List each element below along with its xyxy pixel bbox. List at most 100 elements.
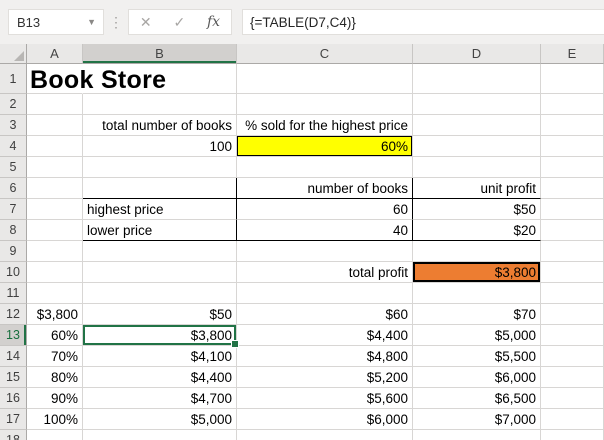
formula-input[interactable]: {=TABLE(D7,C4)}: [242, 9, 604, 35]
cell-E3[interactable]: [541, 115, 604, 136]
cell-A2[interactable]: [27, 94, 83, 115]
cell-D7[interactable]: $50: [413, 199, 541, 220]
cell-C8[interactable]: 40: [237, 220, 413, 241]
row-header-2[interactable]: 2: [0, 94, 27, 115]
cell-D1[interactable]: [413, 64, 541, 94]
cell-A3[interactable]: [27, 115, 83, 136]
column-header-D[interactable]: D: [413, 44, 541, 64]
cell-B3[interactable]: total number of books: [83, 115, 237, 136]
cell-E6[interactable]: [541, 178, 604, 199]
column-header-B[interactable]: B: [83, 44, 237, 64]
row-header-5[interactable]: 5: [0, 157, 27, 178]
cell-A5[interactable]: [27, 157, 83, 178]
cell-A6[interactable]: [27, 178, 83, 199]
cell-B6[interactable]: [83, 178, 237, 199]
row-header-10[interactable]: 10: [0, 262, 27, 283]
column-header-C[interactable]: C: [237, 44, 413, 64]
cell-E12[interactable]: [541, 304, 604, 325]
cell-E4[interactable]: [541, 136, 604, 157]
cell-C1[interactable]: [237, 64, 413, 94]
cell-C7[interactable]: 60: [237, 199, 413, 220]
row-header-17[interactable]: 17: [0, 409, 27, 430]
row-header-4[interactable]: 4: [0, 136, 27, 157]
column-header-E[interactable]: E: [541, 44, 604, 64]
cell-D16[interactable]: $6,500: [413, 388, 541, 409]
cell-E13[interactable]: [541, 325, 604, 346]
column-header-A[interactable]: A: [27, 44, 83, 64]
row-header-14[interactable]: 14: [0, 346, 27, 367]
cell-C18[interactable]: [237, 430, 413, 440]
cell-D9[interactable]: [413, 241, 541, 262]
cell-B4[interactable]: 100: [83, 136, 237, 157]
name-box-dropdown-icon[interactable]: ▼: [87, 17, 103, 27]
row-header-11[interactable]: 11: [0, 283, 27, 304]
cell-E5[interactable]: [541, 157, 604, 178]
cell-D10[interactable]: $3,800: [413, 262, 541, 283]
cell-C12[interactable]: $60: [237, 304, 413, 325]
row-header-9[interactable]: 9: [0, 241, 27, 262]
cell-D11[interactable]: [413, 283, 541, 304]
cell-B17[interactable]: $5,000: [83, 409, 237, 430]
insert-function-icon[interactable]: fx: [207, 14, 220, 30]
row-header-12[interactable]: 12: [0, 304, 27, 325]
cell-C4[interactable]: 60%: [237, 136, 413, 157]
cell-D12[interactable]: $70: [413, 304, 541, 325]
cell-D15[interactable]: $6,000: [413, 367, 541, 388]
cell-D8[interactable]: $20: [413, 220, 541, 241]
cell-B16[interactable]: $4,700: [83, 388, 237, 409]
cell-B18[interactable]: [83, 430, 237, 440]
cell-A8[interactable]: [27, 220, 83, 241]
cell-B14[interactable]: $4,100: [83, 346, 237, 367]
cell-A9[interactable]: [27, 241, 83, 262]
row-header-3[interactable]: 3: [0, 115, 27, 136]
cell-C17[interactable]: $6,000: [237, 409, 413, 430]
cell-D2[interactable]: [413, 94, 541, 115]
cell-A11[interactable]: [27, 283, 83, 304]
row-header-8[interactable]: 8: [0, 220, 27, 241]
cell-E7[interactable]: [541, 199, 604, 220]
cell-C16[interactable]: $5,600: [237, 388, 413, 409]
cell-E14[interactable]: [541, 346, 604, 367]
cell-B10[interactable]: [83, 262, 237, 283]
cell-B11[interactable]: [83, 283, 237, 304]
cell-E8[interactable]: [541, 220, 604, 241]
row-header-7[interactable]: 7: [0, 199, 27, 220]
cell-E10[interactable]: [541, 262, 604, 283]
row-header-6[interactable]: 6: [0, 178, 27, 199]
cell-B7[interactable]: highest price: [83, 199, 237, 220]
cell-E9[interactable]: [541, 241, 604, 262]
cell-C2[interactable]: [237, 94, 413, 115]
cell-C13[interactable]: $4,400: [237, 325, 413, 346]
enter-icon[interactable]: ✓: [173, 14, 185, 31]
cell-A16[interactable]: 90%: [27, 388, 83, 409]
cell-A7[interactable]: [27, 199, 83, 220]
cell-A14[interactable]: 70%: [27, 346, 83, 367]
cell-B15[interactable]: $4,400: [83, 367, 237, 388]
row-header-15[interactable]: 15: [0, 367, 27, 388]
cell-B12[interactable]: $50: [83, 304, 237, 325]
select-all-corner[interactable]: [0, 44, 27, 64]
row-header-16[interactable]: 16: [0, 388, 27, 409]
cell-A4[interactable]: [27, 136, 83, 157]
cell-C9[interactable]: [237, 241, 413, 262]
cell-D6[interactable]: unit profit: [413, 178, 541, 199]
cell-B8[interactable]: lower price: [83, 220, 237, 241]
cell-E16[interactable]: [541, 388, 604, 409]
fill-handle[interactable]: [231, 340, 239, 348]
cell-A13[interactable]: 60%: [27, 325, 83, 346]
cell-E2[interactable]: [541, 94, 604, 115]
cell-D13[interactable]: $5,000: [413, 325, 541, 346]
cell-C10[interactable]: total profit: [237, 262, 413, 283]
cell-E11[interactable]: [541, 283, 604, 304]
cell-C5[interactable]: [237, 157, 413, 178]
cell-B2[interactable]: [83, 94, 237, 115]
cell-D5[interactable]: [413, 157, 541, 178]
row-header-13[interactable]: 13: [0, 325, 27, 346]
cell-C3[interactable]: % sold for the highest price: [237, 115, 413, 136]
cell-D18[interactable]: [413, 430, 541, 440]
cell-E1[interactable]: [541, 64, 604, 94]
cell-C11[interactable]: [237, 283, 413, 304]
cell-C15[interactable]: $5,200: [237, 367, 413, 388]
row-header-1[interactable]: 1: [0, 64, 27, 94]
cell-D4[interactable]: [413, 136, 541, 157]
